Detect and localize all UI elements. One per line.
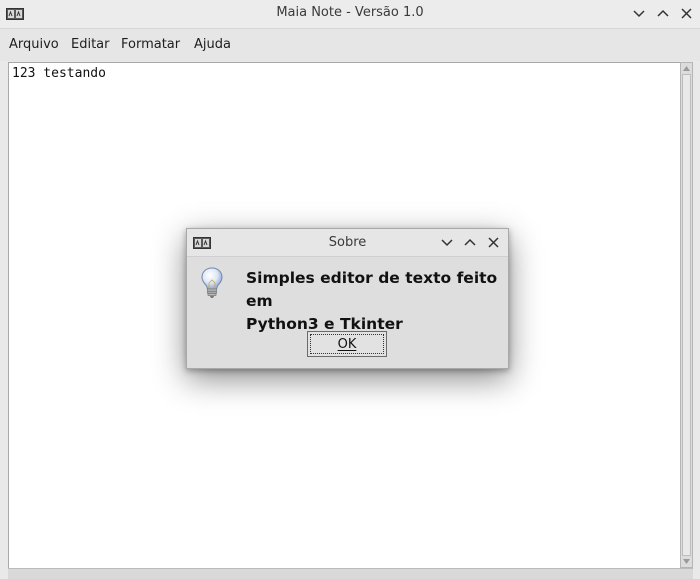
- window-title: Maia Note - Versão 1.0: [276, 5, 424, 20]
- dialog-minimize-button[interactable]: [438, 234, 456, 252]
- menu-arquivo[interactable]: Arquivo: [9, 37, 59, 52]
- bottom-edge: [8, 568, 693, 579]
- vertical-scrollbar[interactable]: [680, 62, 693, 568]
- close-button[interactable]: [677, 4, 695, 22]
- menu-ajuda[interactable]: Ajuda: [194, 37, 231, 52]
- ok-button-label: OK: [337, 336, 357, 352]
- editor-content: 123 testando: [12, 66, 106, 81]
- menu-editar[interactable]: Editar: [71, 37, 110, 52]
- chevron-down-icon: [633, 10, 645, 18]
- lightbulb-icon: [201, 267, 223, 298]
- dialog-close-button[interactable]: [484, 233, 502, 251]
- chevron-up-icon: [464, 238, 476, 246]
- chevron-down-icon: [441, 239, 453, 247]
- dialog-maximize-button[interactable]: [461, 233, 479, 251]
- menu-formatar[interactable]: Formatar: [121, 37, 180, 52]
- ok-button[interactable]: OK: [307, 331, 387, 357]
- window-titlebar[interactable]: Maia Note - Versão 1.0: [0, 0, 700, 29]
- dialog-titlebar[interactable]: Sobre: [187, 229, 508, 257]
- scroll-up-arrow-icon[interactable]: [682, 64, 691, 73]
- menubar: Arquivo Editar Formatar Ajuda: [0, 29, 700, 61]
- scrollbar-thumb[interactable]: [682, 74, 691, 556]
- chevron-up-icon: [657, 9, 669, 17]
- dialog-title: Sobre: [328, 235, 367, 250]
- dialog-message-line1: Simples editor de texto feito em: [246, 269, 498, 310]
- close-icon: [680, 7, 692, 19]
- close-icon: [487, 236, 499, 248]
- about-dialog: Sobre Simples editor de texto feito em P…: [186, 228, 509, 369]
- minimize-button[interactable]: [630, 5, 648, 23]
- scroll-down-arrow-icon[interactable]: [682, 557, 691, 566]
- maximize-button[interactable]: [654, 4, 672, 22]
- dialog-message: Simples editor de texto feito em Python3…: [246, 267, 506, 336]
